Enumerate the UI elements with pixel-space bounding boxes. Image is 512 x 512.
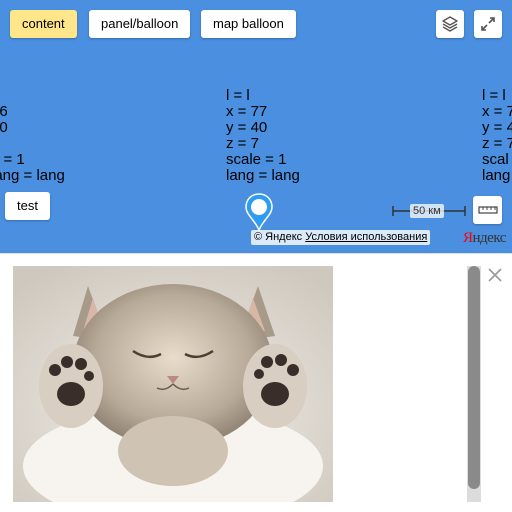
tile-line: l = l <box>226 87 250 104</box>
scale-label: 50 км <box>410 204 444 218</box>
fullscreen-icon <box>481 17 495 31</box>
tile-line: lang <box>482 167 511 184</box>
map-placemark-icon[interactable] <box>244 192 274 232</box>
close-icon[interactable] <box>487 267 503 283</box>
tile-label-right: l = l x = 7 y = 4 z = 7 scal lang <box>482 88 512 184</box>
tile-line: y = 4 <box>482 119 512 136</box>
kitten-photo <box>13 266 333 502</box>
yandex-logo[interactable]: Яндекс <box>463 229 506 247</box>
panel-balloon-button[interactable]: panel/balloon <box>89 10 191 38</box>
scrollbar-thumb[interactable] <box>468 266 480 489</box>
tile-line: scale = 1 <box>226 151 287 168</box>
tile-line: e = 1 <box>0 151 25 168</box>
ruler-icon <box>477 206 498 214</box>
balloon-panel <box>0 253 512 512</box>
yandex-logo-rest: ндекс <box>472 230 507 246</box>
tile-line: l = l <box>482 87 506 104</box>
tile-line: lang = lang <box>226 167 300 184</box>
fullscreen-button[interactable] <box>474 10 502 38</box>
tile-line: scal <box>482 151 509 168</box>
tile-line <box>0 88 65 104</box>
tile-line: x = 77 <box>226 103 268 120</box>
content-button[interactable]: content <box>10 10 77 38</box>
tile-line: x = 7 <box>482 103 512 120</box>
copyright-text: © Яндекс <box>254 231 303 243</box>
copyright: © Яндекс Условия использования <box>251 230 431 245</box>
tile-line: 76 <box>0 103 8 120</box>
tile-line: 7 <box>0 136 65 152</box>
tile-line: lang = lang <box>0 167 65 184</box>
test-button[interactable]: test <box>5 192 50 220</box>
tile-label-left: 76 40 7 e = 1 lang = lang <box>0 88 65 184</box>
ruler-button[interactable] <box>473 196 502 224</box>
tile-label-center: l = l x = 77 y = 40 z = 7 scale = 1 lang… <box>226 88 300 184</box>
terms-of-use-link[interactable]: Условия использования <box>305 231 427 243</box>
layers-button[interactable] <box>436 10 464 38</box>
tile-line: z = 7 <box>226 135 259 152</box>
layers-icon <box>442 16 458 32</box>
tile-line: 40 <box>0 119 8 136</box>
tile-line: y = 40 <box>226 119 268 136</box>
map[interactable]: content panel/balloon map balloon 76 40 … <box>0 0 512 253</box>
yandex-logo-first-letter: Я <box>463 230 473 246</box>
tile-line: z = 7 <box>482 135 512 152</box>
map-balloon-button[interactable]: map balloon <box>201 10 296 38</box>
